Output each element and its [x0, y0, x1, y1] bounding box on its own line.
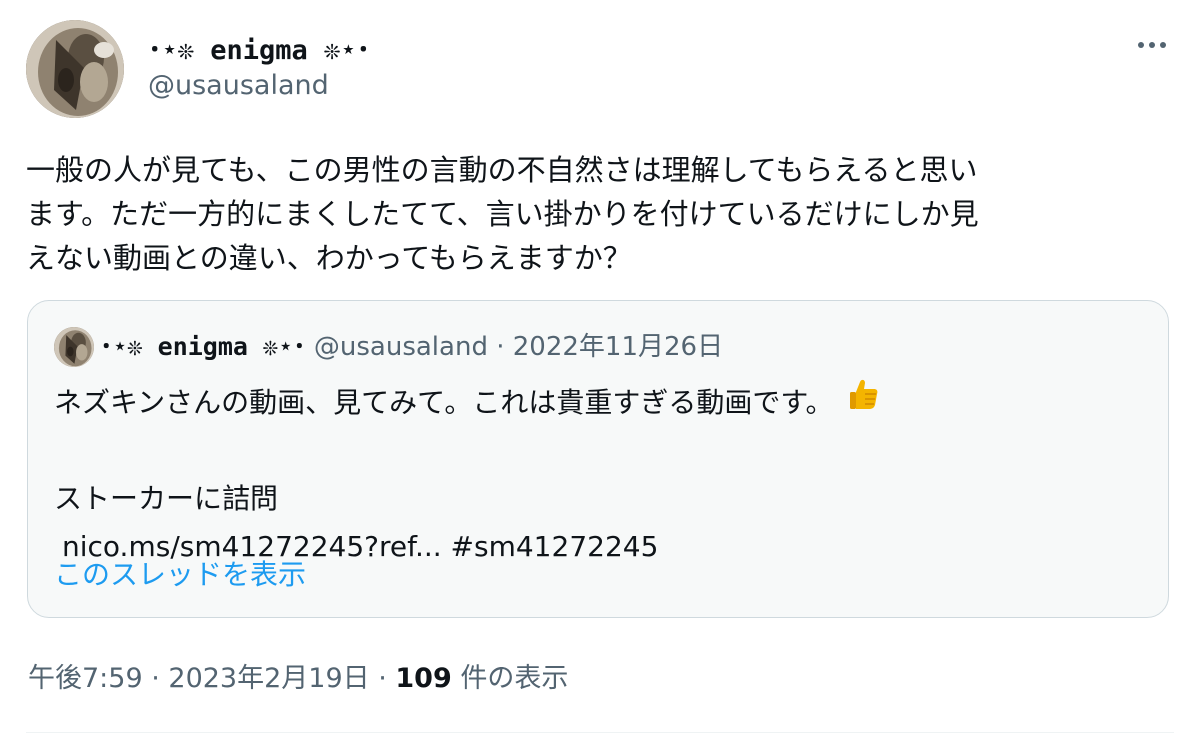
quoted-text: ネズキンさんの動画、見てみて。これは貴重すぎる動画です。 ストーカーに詰問 ni… [54, 379, 882, 571]
quoted-hashtag[interactable]: #sm41272245 [451, 530, 659, 563]
tweet: ･⋆❊ enigma ❊⋆･ @usausaland 一般の人が見ても、この男性… [0, 0, 1200, 735]
tweet-time[interactable]: 午後7:59 [28, 663, 143, 694]
more-icon[interactable] [1130, 30, 1174, 60]
quoted-tweet[interactable]: ･⋆❊ enigma ❊⋆･ @usausaland · 2022年11月26日… [27, 300, 1169, 618]
user-handle[interactable]: @usausaland [148, 70, 329, 101]
separator-dot: · [487, 332, 513, 362]
tweet-text-line: ます。ただ一方的にまくしたてて、言い掛かりを付けているだけにしか見 [26, 197, 979, 231]
tweet-text-line: 一般の人が見ても、この男性の言動の不自然さは理解してもらえると思い [26, 153, 978, 187]
separator-dot: · [369, 663, 396, 694]
separator-dot: · [142, 663, 169, 694]
avatar-image [26, 20, 124, 118]
quoted-text-line: ストーカーに詰問 [54, 482, 279, 515]
quoted-display-name[interactable]: ･⋆❊ enigma ❊⋆･ [100, 332, 306, 361]
views-count[interactable]: 109 [395, 663, 451, 694]
tweet-meta: 午後7:59 · 2023年2月19日 · 109 件の表示 [28, 656, 568, 695]
divider [26, 732, 1174, 733]
quoted-avatar[interactable] [54, 327, 94, 367]
avatar[interactable] [26, 20, 124, 118]
display-name[interactable]: ･⋆❊ enigma ❊⋆･ [148, 28, 370, 67]
views-label[interactable]: 件の表示 [460, 663, 568, 694]
tweet-text: 一般の人が見ても、この男性の言動の不自然さは理解してもらえると思い ます。ただ一… [26, 148, 1176, 280]
tweet-date[interactable]: 2023年2月19日 [168, 663, 369, 694]
quoted-avatar-image [54, 327, 94, 367]
quoted-handle[interactable]: @usausaland [314, 332, 488, 362]
quoted-header: ･⋆❊ enigma ❊⋆･ @usausaland · 2022年11月26日 [100, 329, 723, 365]
quoted-text-line: ネズキンさんの動画、見てみて。これは貴重すぎる動画です。 [54, 386, 834, 419]
thumbs-up-icon [846, 376, 882, 427]
tweet-text-line: えない動画との違い、わかってもらえますか？ [26, 241, 632, 275]
quoted-date[interactable]: 2022年11月26日 [513, 332, 723, 362]
show-thread-link[interactable]: このスレッドを表示 [54, 553, 306, 593]
